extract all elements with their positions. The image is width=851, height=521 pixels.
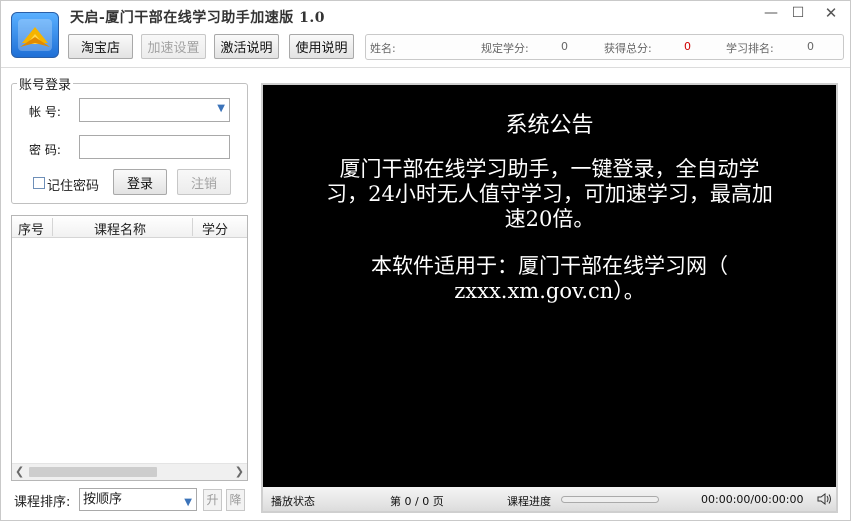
rank-label: 学习排名: (726, 42, 774, 55)
activation-help-button[interactable]: 激活说明 (214, 34, 279, 59)
chevron-down-icon[interactable]: ▼ (184, 492, 192, 513)
announcement-line: 速20倍。 (504, 207, 595, 231)
column-header-course-name[interactable]: 课程名称 (94, 219, 146, 238)
account-label: 帐 号: (29, 105, 61, 119)
usage-help-button[interactable]: 使用说明 (289, 34, 354, 59)
column-header-credits[interactable]: 学分 (202, 219, 228, 238)
announcement-title: 系统公告 (505, 113, 594, 138)
chevron-down-icon[interactable]: ▼ (217, 103, 225, 114)
play-status-label: 播放状态 (271, 495, 315, 508)
course-progress-label: 课程进度 (507, 495, 551, 508)
taobao-store-button[interactable]: 淘宝店 (68, 34, 133, 59)
course-progress-bar[interactable] (561, 496, 659, 503)
announcement-screen: 系统公告 厦门干部在线学习助手，一键登录，全自动学 习，24小时无人值守学习，可… (263, 85, 836, 487)
required-credits-value: 0 (561, 40, 568, 53)
speed-settings-button[interactable]: 加速设置 (141, 34, 206, 59)
scroll-right-icon[interactable]: ❯ (235, 465, 244, 478)
password-field[interactable] (79, 135, 230, 159)
user-info-bar: 姓名: 规定学分: 0 获得总分: 0 学习排名: 0 (365, 34, 844, 60)
total-score-label: 获得总分: (604, 42, 652, 55)
sort-ascending-button[interactable]: 升 (203, 489, 222, 511)
playback-time: 00:00:00/00:00:00 (701, 493, 804, 506)
page-indicator: 第 0 / 0 页 (390, 495, 444, 508)
course-table[interactable]: 序号 课程名称 学分 ❮ ❯ (11, 215, 248, 481)
minimize-button[interactable]: — (758, 4, 784, 22)
rank-value: 0 (807, 40, 814, 53)
login-button[interactable]: 登录 (113, 169, 167, 195)
header-divider (1, 67, 850, 68)
column-divider[interactable] (52, 218, 53, 236)
table-header: 序号 课程名称 学分 (12, 216, 247, 238)
sort-selected-value: 按顺序 (83, 492, 123, 507)
remember-password-checkbox[interactable] (33, 177, 45, 189)
announcement-line: 厦门干部在线学习助手，一键登录，全自动学 (339, 157, 760, 181)
close-button[interactable]: ✕ (818, 4, 844, 22)
scrollbar-thumb[interactable] (29, 467, 157, 477)
speaker-icon[interactable] (816, 491, 832, 507)
announcement-line: 习，24小时无人值守学习，可加速学习，最高加 (326, 182, 773, 206)
sort-label: 课程排序: (14, 495, 71, 510)
required-credits-label: 规定学分: (481, 42, 529, 55)
logout-button[interactable]: 注销 (177, 169, 231, 195)
window-title: 天启-厦门干部在线学习助手加速版 1.0 (70, 10, 326, 26)
scroll-left-icon[interactable]: ❮ (15, 465, 24, 478)
sort-select[interactable]: 按顺序 ▼ (79, 488, 197, 511)
announcement-line: zxxx.xm.gov.cn）。 (454, 279, 645, 303)
column-header-index[interactable]: 序号 (18, 219, 44, 238)
password-label: 密 码: (29, 143, 61, 157)
announcement-line: 本软件适用于：厦门干部在线学习网（ (371, 254, 728, 278)
total-score-value: 0 (684, 40, 691, 53)
account-combo[interactable]: ▼ (79, 98, 230, 122)
app-window: 天启-厦门干部在线学习助手加速版 1.0 — ☐ ✕ 淘宝店 加速设置 激活说明… (0, 0, 851, 521)
maximize-button[interactable]: ☐ (785, 4, 811, 22)
column-divider[interactable] (192, 218, 193, 236)
horizontal-scrollbar[interactable]: ❮ ❯ (12, 463, 247, 480)
name-label: 姓名: (370, 42, 396, 55)
app-logo-icon (11, 12, 59, 58)
remember-password-label[interactable]: 记住密码 (47, 175, 99, 194)
player-status-bar: 播放状态 第 0 / 0 页 课程进度 00:00:00/00:00:00 (263, 487, 836, 511)
sort-descending-button[interactable]: 降 (226, 489, 245, 511)
player-panel: 系统公告 厦门干部在线学习助手，一键登录，全自动学 习，24小时无人值守学习，可… (261, 83, 838, 513)
login-group-title: 账号登录 (17, 74, 74, 93)
